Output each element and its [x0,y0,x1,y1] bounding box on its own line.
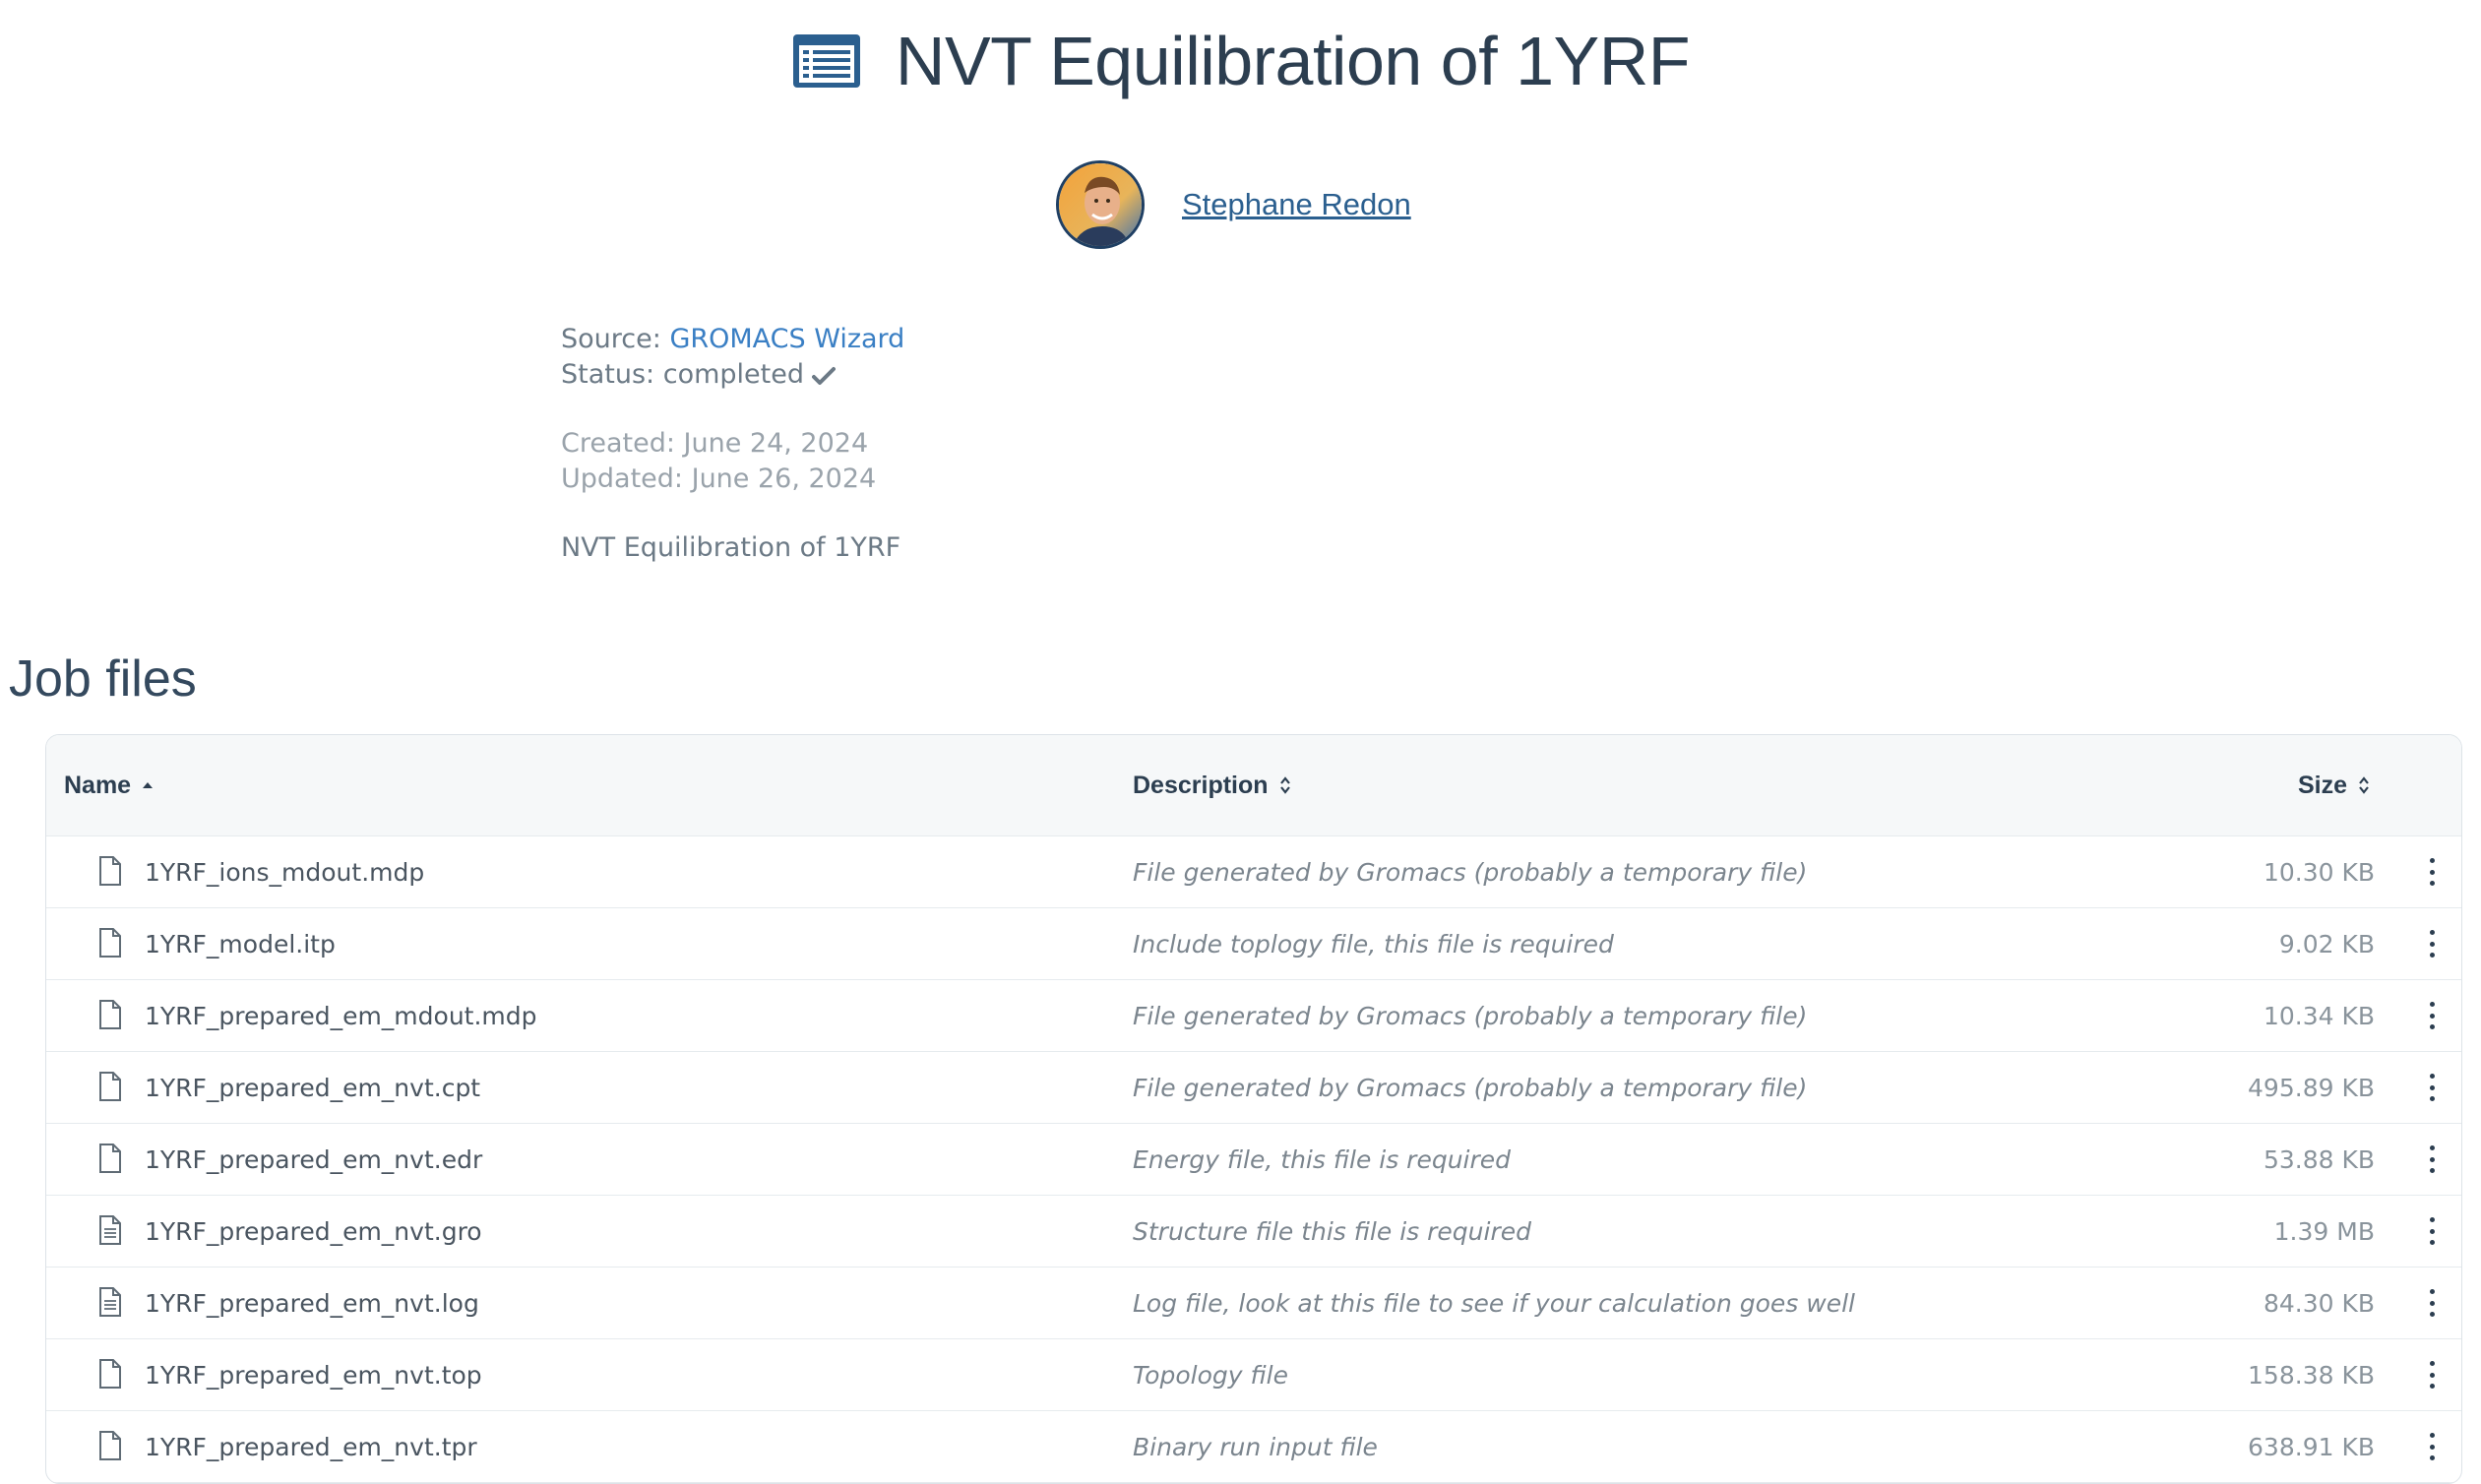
page-title: NVT Equilibration of 1YRF [895,23,1691,99]
column-header-name[interactable]: Name [64,772,155,800]
file-size: 53.88 KB [2263,1144,2375,1174]
file-description: Topology file [1133,1360,1288,1390]
sort-icon [2359,776,2369,794]
sort-asc-icon [143,782,154,788]
file-description: File generated by Gromacs (probably a te… [1133,1001,1808,1030]
file-size: 495.89 KB [2248,1073,2375,1102]
column-name-label: Name [64,771,132,799]
file-description: Log file, look at this file to see if yo… [1133,1288,1855,1318]
file-description: Binary run input file [1133,1432,1378,1461]
more-options-icon[interactable] [2424,1217,2440,1245]
file-name[interactable]: 1YRF_prepared_em_nvt.cpt [145,1074,480,1102]
updated-date: Updated: June 26, 2024 [561,464,877,494]
more-options-icon[interactable] [2424,858,2440,886]
table-row[interactable]: 1YRF_prepared_em_nvt.top Topology file 158… [46,1339,2461,1411]
file-description: Include toplogy file, this file is requi… [1133,929,1614,958]
table-row[interactable]: 1YRF_prepared_em_nvt.edr Energy file, thi… [46,1124,2461,1196]
file-size: 1.39 MB [2273,1216,2375,1246]
created-date: Created: June 24, 2024 [561,428,869,459]
source-link[interactable]: GROMACS Wizard [669,324,904,354]
more-options-icon[interactable] [2424,1002,2440,1029]
file-name[interactable]: 1YRF_prepared_em_nvt.gro [145,1217,482,1246]
column-header-description[interactable]: Description [1133,772,1292,800]
table-row[interactable]: 1YRF_prepared_em_nvt.gro Structure file t… [46,1196,2461,1268]
sort-icon [1279,776,1290,794]
job-description: NVT Equilibration of 1YRF [561,532,901,563]
table-row[interactable]: 1YRF_prepared_em_nvt.tpr Binary run input… [46,1411,2461,1483]
author-block: Stephane Redon [1056,160,1411,249]
file-name[interactable]: 1YRF_prepared_em_nvt.tpr [145,1433,477,1461]
more-options-icon[interactable] [2424,930,2440,958]
file-description: File generated by Gromacs (probably a te… [1133,1073,1808,1102]
section-title-job-files: Job files [9,650,197,708]
more-options-icon[interactable] [2424,1361,2440,1389]
table-row[interactable]: 1YRF_model.itp Include toplogy file, this… [46,908,2461,980]
file-icon [97,855,123,887]
file-name[interactable]: 1YRF_prepared_em_nvt.log [145,1289,479,1318]
list-alt-icon [792,34,860,88]
file-icon [97,1358,123,1390]
table-header: Name Description Size [46,735,2461,836]
file-description: File generated by Gromacs (probably a te… [1133,857,1808,887]
file-name[interactable]: 1YRF_prepared_em_nvt.edr [145,1145,482,1174]
column-size-label: Size [2297,771,2347,799]
table-row[interactable]: 1YRF_prepared_em_nvt.log Log file, look a… [46,1268,2461,1339]
more-options-icon[interactable] [2424,1289,2440,1317]
status-row: Status: completed [561,357,904,393]
column-header-size[interactable]: Size [2298,772,2371,800]
file-size: 10.34 KB [2263,1001,2375,1030]
source-row: Source: GROMACS Wizard [561,322,904,357]
author-link[interactable]: Stephane Redon [1182,187,1411,222]
table-body: 1YRF_ions_mdout.mdp File generated by Gro… [46,836,2461,1483]
file-text-icon [97,1286,123,1318]
more-options-icon[interactable] [2424,1074,2440,1101]
file-icon [97,1430,123,1461]
file-icon [97,1143,123,1174]
file-name[interactable]: 1YRF_model.itp [145,930,336,958]
status-value: completed [662,359,804,390]
job-meta: Source: GROMACS Wizard Status: completed… [561,322,904,566]
file-icon [97,1071,123,1102]
table-row[interactable]: 1YRF_prepared_em_nvt.cpt File generated b… [46,1052,2461,1124]
file-size: 158.38 KB [2248,1360,2375,1390]
file-name[interactable]: 1YRF_prepared_em_mdout.mdp [145,1002,537,1030]
files-table: Name Description Size 1YRF_ions_mdout.md… [45,734,2462,1484]
page-header: NVT Equilibration of 1YRF [0,22,2481,100]
table-row[interactable]: 1YRF_ions_mdout.mdp File generated by Gro… [46,836,2461,908]
file-icon [97,999,123,1030]
column-description-label: Description [1133,771,1269,799]
more-options-icon[interactable] [2424,1433,2440,1460]
file-name[interactable]: 1YRF_prepared_em_nvt.top [145,1361,482,1390]
file-name[interactable]: 1YRF_ions_mdout.mdp [145,858,424,887]
avatar-image [1059,163,1142,246]
check-icon [812,366,836,385]
source-label: Source: [561,324,661,354]
status-label: Status: [561,359,655,390]
file-size: 9.02 KB [2278,929,2375,958]
more-options-icon[interactable] [2424,1145,2440,1173]
avatar[interactable] [1056,160,1145,249]
file-text-icon [97,1214,123,1246]
file-description: Energy file, this file is required [1133,1144,1512,1174]
file-description: Structure file this file is required [1133,1216,1531,1246]
table-row[interactable]: 1YRF_prepared_em_mdout.mdp File generated… [46,980,2461,1052]
file-size: 10.30 KB [2263,857,2375,887]
file-size: 638.91 KB [2248,1432,2375,1461]
file-icon [97,927,123,958]
file-size: 84.30 KB [2263,1288,2375,1318]
